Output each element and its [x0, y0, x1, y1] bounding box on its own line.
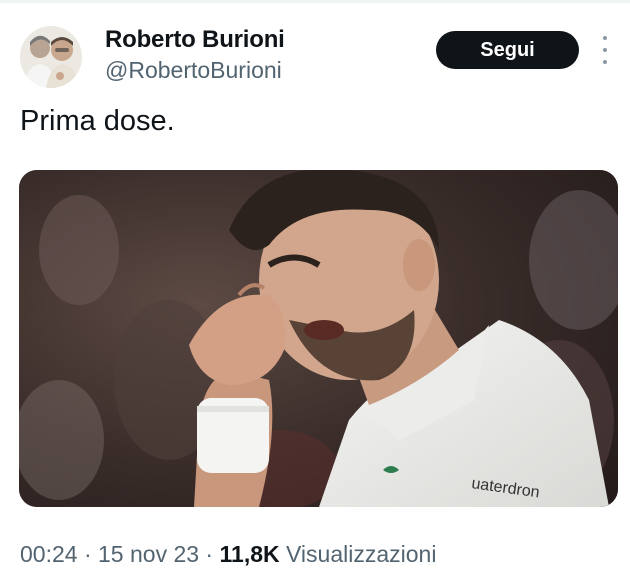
tweet-time[interactable]: 00:24	[20, 541, 78, 567]
views-label: Visualizzazioni	[279, 541, 437, 567]
tweet-text: Prima dose.	[20, 105, 175, 137]
author-name[interactable]: Roberto Burioni	[105, 26, 285, 54]
meta-separator: ·	[199, 541, 220, 567]
meta-separator: ·	[77, 541, 99, 567]
follow-button[interactable]: Segui	[436, 31, 579, 69]
tweet-photo[interactable]: uaterdron	[19, 170, 618, 507]
tweet-meta: 00:24 · 15 nov 23 · 11,8K Visualizzazion…	[20, 541, 436, 568]
views-count: 11,8K	[219, 541, 280, 567]
top-divider	[0, 0, 630, 3]
more-vertical-icon[interactable]	[596, 36, 614, 64]
author-handle[interactable]: @RobertoBurioni	[105, 57, 282, 84]
tweet-date[interactable]: 15 nov 23	[98, 541, 199, 567]
avatar[interactable]	[20, 26, 82, 88]
